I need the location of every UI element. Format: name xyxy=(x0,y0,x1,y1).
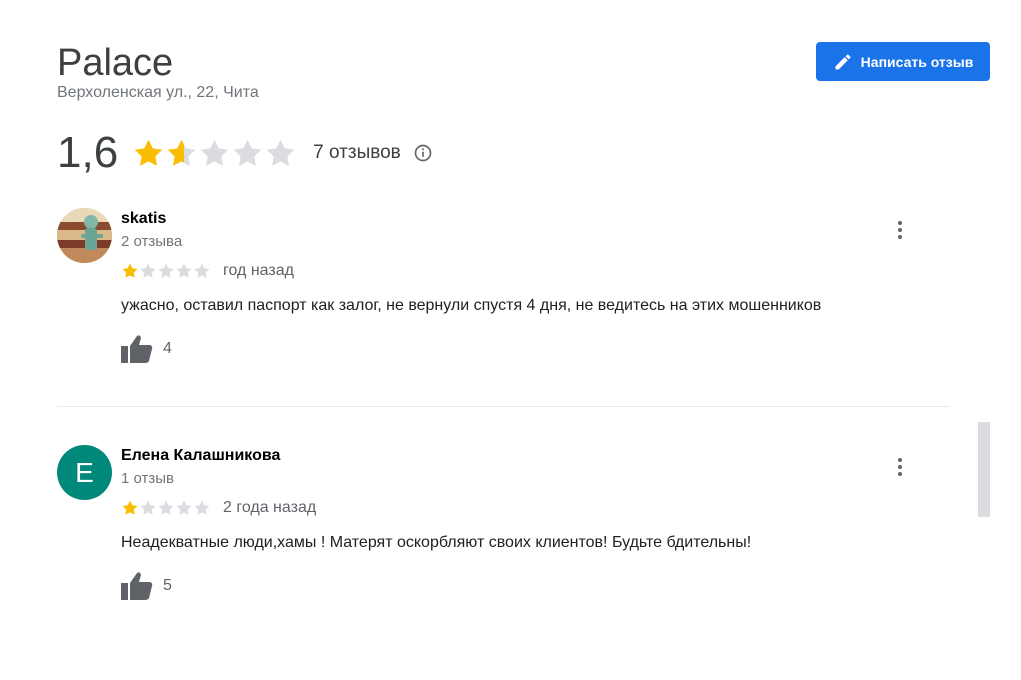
review-divider xyxy=(57,406,950,407)
pencil-icon xyxy=(835,53,851,69)
star-icon xyxy=(176,263,192,278)
review-date: год назад xyxy=(223,262,294,279)
star-icon xyxy=(122,263,138,278)
star-icon xyxy=(233,139,262,166)
star-icon xyxy=(167,139,196,166)
review-text: Неадекватные люди,хамы ! Матерят оскорбл… xyxy=(121,534,752,551)
thumbs-up-icon[interactable] xyxy=(121,571,153,601)
star-icon xyxy=(266,139,295,166)
info-icon[interactable] xyxy=(413,143,433,163)
place-address: Верхоленская ул., 22, Чита xyxy=(57,84,259,101)
review-stars xyxy=(121,262,211,280)
place-header: Palace Верхоленская ул., 22, Чита xyxy=(57,40,259,102)
avatar[interactable] xyxy=(57,208,112,263)
review-meta: 2 года назад xyxy=(121,499,950,517)
review-stars xyxy=(121,499,211,517)
star-icon xyxy=(194,500,210,515)
star-icon xyxy=(134,139,163,166)
reviewer-reviews-count: 2 отзыва xyxy=(121,233,183,250)
star-icon xyxy=(194,263,210,278)
like-count: 4 xyxy=(163,340,172,357)
reviewer-name[interactable]: skatis xyxy=(121,209,950,229)
like-control: 5 xyxy=(121,571,950,601)
star-icon xyxy=(140,500,156,515)
review-text: ужасно, оставил паспорт как залог, не ве… xyxy=(121,297,822,314)
place-title: Palace xyxy=(57,42,174,84)
star-icon xyxy=(140,263,156,278)
write-review-button[interactable]: Написать отзыв xyxy=(816,42,990,81)
like-control: 4 xyxy=(121,334,950,364)
write-review-label: Написать отзыв xyxy=(860,53,974,70)
star-icon xyxy=(158,263,174,278)
reviewer-name[interactable]: Елена Калашникова xyxy=(121,446,950,466)
reviewer-reviews-count: 1 отзыв xyxy=(121,470,175,487)
star-icon xyxy=(200,139,229,166)
star-icon xyxy=(158,500,174,515)
scrollbar[interactable] xyxy=(978,422,990,517)
reviews-count-link[interactable]: 7 отзывов xyxy=(313,142,401,164)
more-options-icon[interactable] xyxy=(888,218,912,242)
review-body: Елена Калашникова 1 отзыв 2 года назад Н… xyxy=(121,445,950,601)
review-date: 2 года назад xyxy=(223,499,317,516)
average-rating: 1,6 xyxy=(57,128,119,177)
review-meta: год назад xyxy=(121,262,950,280)
rating-summary: 1,6 7 отзывов xyxy=(57,128,433,178)
star-icon xyxy=(122,500,138,515)
review-body: skatis 2 отзыва год назад ужасно, остави… xyxy=(121,208,950,364)
like-count: 5 xyxy=(163,577,172,594)
star-icon xyxy=(176,500,192,515)
thumbs-up-icon[interactable] xyxy=(121,334,153,364)
avatar[interactable]: E xyxy=(57,445,112,500)
average-rating-stars xyxy=(132,137,297,170)
more-options-icon[interactable] xyxy=(888,455,912,479)
